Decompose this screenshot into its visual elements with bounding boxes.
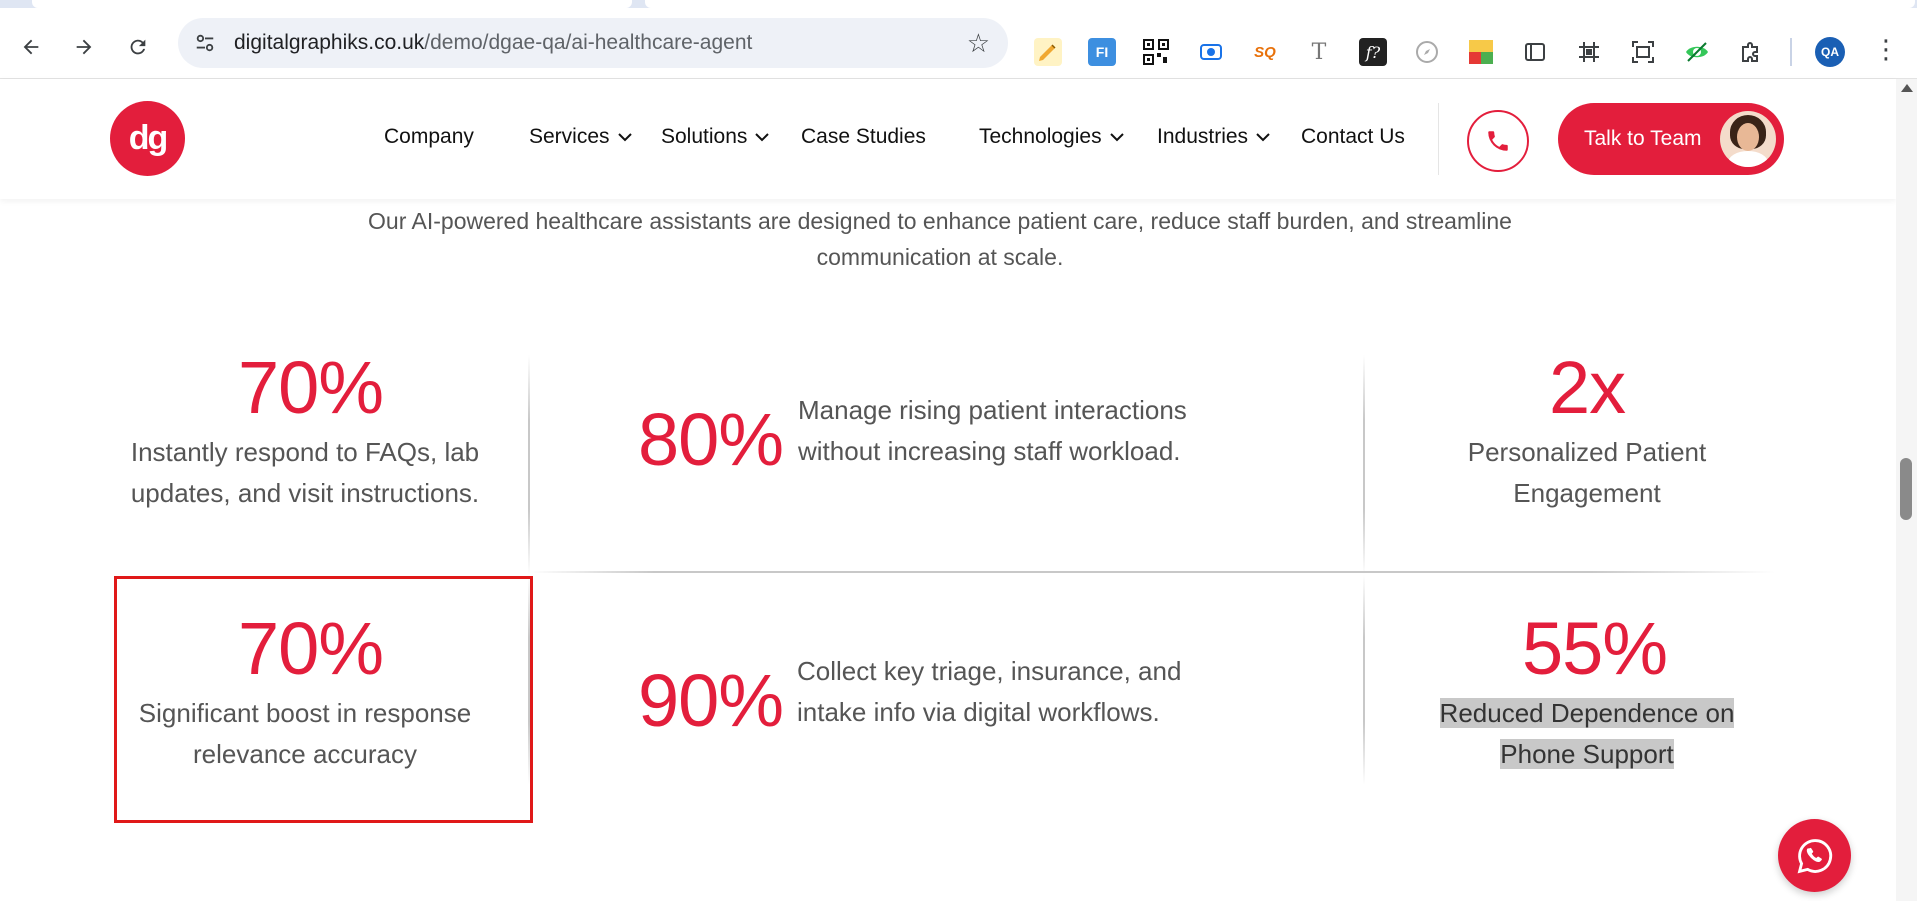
grid-divider xyxy=(1363,575,1365,785)
reload-icon xyxy=(130,39,146,55)
whatsapp-button[interactable] xyxy=(1778,819,1851,892)
forward-button[interactable] xyxy=(67,30,101,64)
profile-avatar[interactable]: QA xyxy=(1815,37,1845,67)
nav-services[interactable]: Services xyxy=(529,125,632,149)
stat-description: Manage rising patient interactions witho… xyxy=(798,390,1278,472)
stat-value: 2x xyxy=(1549,346,1626,429)
logo-text: dg xyxy=(128,119,169,157)
intro-line: Our AI-powered healthcare assistants are… xyxy=(368,208,1512,234)
stat-line: intake info via digital workflows. xyxy=(797,697,1160,727)
avatar xyxy=(1720,111,1776,167)
screenshot-extension-icon[interactable] xyxy=(1629,38,1657,66)
address-bar[interactable]: digitalgraphiks.co.uk/demo/dgae-qa/ai-he… xyxy=(178,18,1008,68)
tab-strip xyxy=(0,0,1917,8)
stat-line: Manage rising patient interactions xyxy=(798,395,1187,425)
reload-button[interactable] xyxy=(121,30,155,64)
stat-description: Significant boost in response relevance … xyxy=(105,693,505,775)
stat-value: 70% xyxy=(238,346,384,429)
stat-line: without increasing staff workload. xyxy=(798,436,1181,466)
eye-extension-icon[interactable] xyxy=(1683,38,1711,66)
toolbar-separator xyxy=(1790,38,1792,66)
intro-paragraph: Our AI-powered healthcare assistants are… xyxy=(300,203,1580,275)
stat-value: 55% xyxy=(1522,607,1668,690)
nav-case-studies[interactable]: Case Studies xyxy=(801,125,926,149)
browser-tab[interactable] xyxy=(645,0,1915,8)
url-host: digitalgraphiks.co.uk xyxy=(234,31,425,54)
back-arrow-icon xyxy=(23,39,39,55)
stat-line: Instantly respond to FAQs, lab xyxy=(130,437,480,467)
back-button[interactable] xyxy=(14,30,48,64)
grid-divider xyxy=(1363,355,1365,575)
stat-description: Instantly respond to FAQs, lab updates, … xyxy=(95,432,515,514)
header-divider xyxy=(1438,103,1439,175)
whatsapp-icon xyxy=(1797,838,1832,873)
stat-line: Phone Support xyxy=(1500,739,1674,769)
stat-line: relevance accuracy xyxy=(193,739,417,769)
chevron-down-icon xyxy=(1109,129,1124,146)
url-text[interactable]: digitalgraphiks.co.uk/demo/dgae-qa/ai-he… xyxy=(234,31,752,55)
bookmark-star-icon[interactable]: ☆ xyxy=(967,28,990,59)
site-logo[interactable]: dg xyxy=(110,101,185,176)
stat-value: 70% xyxy=(238,607,384,690)
stat-line: Reduced Dependence on xyxy=(1439,698,1735,728)
scrollbar-thumb[interactable] xyxy=(1900,458,1912,520)
stat-value: 80% xyxy=(638,398,784,481)
puzzle-extension-icon[interactable] xyxy=(1737,38,1765,66)
stat-description: Personalized Patient Engagement xyxy=(1387,432,1787,514)
forward-arrow-icon xyxy=(76,39,92,55)
chevron-down-icon xyxy=(1256,129,1270,146)
nav-company[interactable]: Company xyxy=(384,125,474,149)
url-path: /demo/dgae-qa/ai-healthcare-agent xyxy=(424,31,753,54)
site-info-icon[interactable] xyxy=(192,30,218,56)
nav-label: Contact Us xyxy=(1301,125,1405,148)
fi-extension-icon[interactable]: FI xyxy=(1088,38,1116,66)
nav-label: Solutions xyxy=(661,125,748,148)
browser-toolbar: digitalgraphiks.co.uk/demo/dgae-qa/ai-he… xyxy=(0,8,1917,79)
qr-code-extension-icon[interactable] xyxy=(1142,38,1170,66)
stat-description: Reduced Dependence on Phone Support xyxy=(1387,693,1787,775)
seo-extension-icon[interactable]: SQ xyxy=(1251,38,1279,66)
stat-line: updates, and visit instructions. xyxy=(130,478,480,508)
chevron-down-icon xyxy=(617,129,632,146)
phone-button[interactable] xyxy=(1467,110,1529,172)
grid-divider xyxy=(530,571,1775,573)
browser-tab[interactable] xyxy=(32,0,632,8)
nav-label: Technologies xyxy=(979,125,1102,148)
stat-value: 90% xyxy=(638,659,784,742)
nav-label: Company xyxy=(384,125,474,148)
nav-label: Services xyxy=(529,125,610,148)
font-f-extension-icon[interactable]: f? xyxy=(1359,38,1387,66)
stat-line: Collect key triage, insurance, and xyxy=(797,656,1182,686)
stat-description: Collect key triage, insurance, and intak… xyxy=(797,651,1277,733)
grid-extension-icon[interactable] xyxy=(1575,38,1603,66)
nav-technologies[interactable]: Technologies xyxy=(979,125,1124,149)
font-t-extension-icon[interactable]: T xyxy=(1305,38,1333,66)
scroll-up-arrow-icon[interactable] xyxy=(1901,84,1913,92)
nav-solutions[interactable]: Solutions xyxy=(661,125,770,149)
checklist-extension-icon[interactable] xyxy=(1467,38,1495,66)
browser-menu-icon[interactable]: ⋮ xyxy=(1873,34,1899,65)
intro-line: communication at scale. xyxy=(816,244,1064,270)
stat-line: Personalized Patient xyxy=(1467,437,1707,467)
talk-to-team-label: Talk to Team xyxy=(1584,127,1702,150)
grid-divider xyxy=(528,355,530,575)
nav-industries[interactable]: Industries xyxy=(1157,125,1270,149)
phone-icon xyxy=(1488,131,1508,151)
nav-label: Case Studies xyxy=(801,125,926,148)
site-header: dg Company Services Solutions Case Studi… xyxy=(0,79,1896,199)
stat-line: Engagement xyxy=(1513,478,1661,508)
nav-label: Industries xyxy=(1157,125,1249,148)
nav-contact-us[interactable]: Contact Us xyxy=(1301,125,1405,149)
compass-extension-icon[interactable] xyxy=(1413,38,1441,66)
record-extension-icon[interactable] xyxy=(1197,38,1225,66)
stat-line: Significant boost in response xyxy=(138,698,472,728)
chevron-down-icon xyxy=(755,129,770,146)
talk-to-team-button[interactable]: Talk to Team xyxy=(1558,103,1784,175)
pencil-extension-icon[interactable] xyxy=(1034,38,1062,66)
window-extension-icon[interactable] xyxy=(1521,38,1549,66)
